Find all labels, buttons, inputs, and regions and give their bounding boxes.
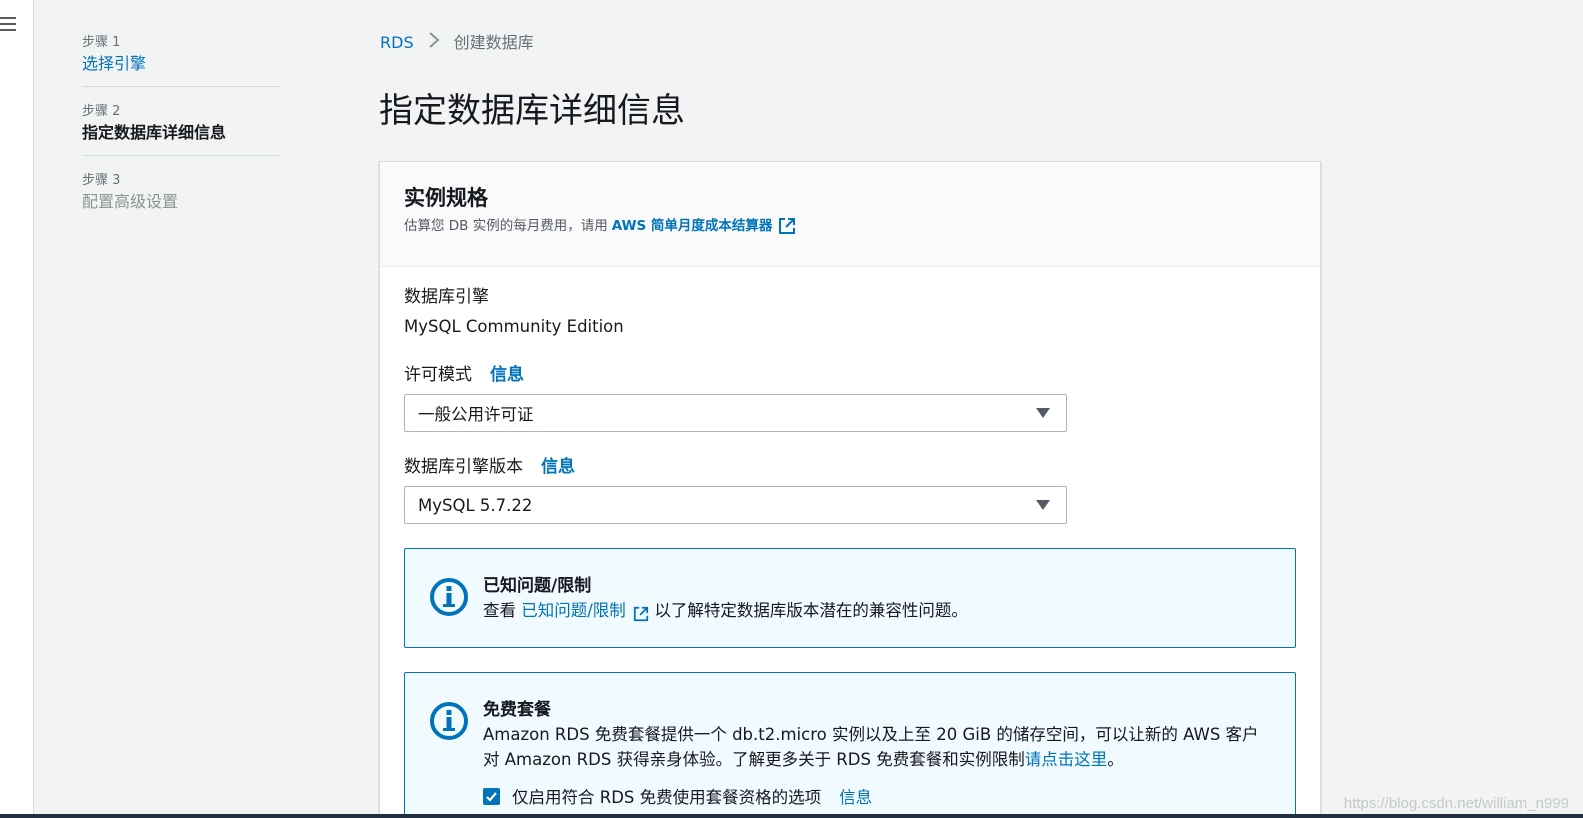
step-1: 步骤 1 选择引擎	[82, 34, 280, 87]
version-label: 数据库引擎版本	[404, 457, 523, 477]
info-icon	[429, 577, 469, 617]
panel-body: 数据库引擎 MySQL Community Edition 许可模式 信息 一般…	[380, 267, 1320, 818]
step-2: 步骤 2 指定数据库详细信息	[82, 103, 280, 156]
panel-title: 实例规格	[404, 186, 488, 210]
version-selected-value: MySQL 5.7.22	[418, 495, 533, 515]
engine-label: 数据库引擎	[404, 287, 489, 307]
info-icon	[429, 701, 469, 741]
version-select[interactable]: MySQL 5.7.22	[404, 486, 1067, 524]
known-issues-alert: 已知问题/限制 查看 已知问题/限制 以了解特定数据库版本潜在的兼容性问题。	[404, 548, 1296, 648]
free-tier-info-link[interactable]: 信息	[839, 784, 872, 808]
page-title: 指定数据库详细信息	[379, 91, 685, 131]
step-number: 步骤 3	[82, 173, 121, 188]
menu-icon[interactable]	[0, 16, 18, 32]
step-number: 步骤 1	[82, 35, 121, 50]
breadcrumb-rds-link[interactable]: RDS	[380, 32, 414, 54]
free-tier-title: 免费套餐	[483, 700, 551, 720]
step-disabled-title: 配置高级设置	[82, 192, 179, 211]
alert-title: 已知问题/限制	[483, 576, 592, 596]
free-tier-checkbox[interactable]	[483, 787, 500, 805]
panel-header: 实例规格 估算您 DB 实例的每月费用，请用 AWS 简单月度成本结算器	[380, 162, 1320, 267]
free-tier-line-1: Amazon RDS 免费套餐提供一个 db.t2.micro 实例以及上至 2…	[483, 725, 1259, 744]
instance-spec-panel: 实例规格 估算您 DB 实例的每月费用，请用 AWS 简单月度成本结算器 数据库…	[379, 161, 1321, 818]
engine-value: MySQL Community Edition	[404, 317, 624, 336]
license-selected-value: 一般公用许可证	[418, 405, 534, 424]
free-tier-alert: 免费套餐 Amazon RDS 免费套餐提供一个 db.t2.micro 实例以…	[404, 672, 1296, 818]
cost-calculator-link[interactable]: AWS 简单月度成本结算器	[612, 216, 773, 236]
license-label-row: 许可模式 信息	[404, 363, 1296, 387]
version-info-link[interactable]: 信息	[541, 455, 575, 479]
bottom-bar	[0, 814, 1583, 818]
panel-desc-text: 估算您 DB 实例的每月费用，请用	[404, 218, 608, 234]
free-tier-line-2: 对 Amazon RDS 获得亲身体验。了解更多关于 RDS 免费套餐和实例限制…	[483, 747, 1259, 772]
alert-content: 已知问题/限制 查看 已知问题/限制 以了解特定数据库版本潜在的兼容性问题。	[483, 549, 968, 647]
external-link-icon[interactable]	[778, 217, 796, 235]
external-link-icon[interactable]	[633, 604, 649, 621]
free-tier-checkbox-label: 仅启用符合 RDS 免费使用套餐资格的选项	[512, 788, 822, 807]
caret-down-icon	[1036, 500, 1050, 510]
breadcrumb: RDS 创建数据库	[380, 31, 534, 55]
alert-text-prefix: 查看	[483, 601, 516, 620]
step-3: 步骤 3 配置高级设置	[82, 172, 280, 224]
alert-text: 查看 已知问题/限制 以了解特定数据库版本潜在的兼容性问题。	[483, 598, 968, 623]
nav-rail	[0, 0, 34, 818]
step-current-title: 指定数据库详细信息	[82, 123, 227, 142]
step-link-select-engine[interactable]: 选择引擎	[82, 52, 280, 76]
step-number: 步骤 2	[82, 104, 121, 119]
license-label: 许可模式	[404, 365, 472, 385]
breadcrumb-current: 创建数据库	[453, 33, 534, 52]
free-tier-line-2-suffix: 。	[1107, 750, 1124, 769]
license-select[interactable]: 一般公用许可证	[404, 394, 1067, 432]
alert-content: 免费套餐 Amazon RDS 免费套餐提供一个 db.t2.micro 实例以…	[483, 673, 1259, 818]
license-info-link[interactable]: 信息	[490, 363, 524, 387]
panel-description: 估算您 DB 实例的每月费用，请用 AWS 简单月度成本结算器	[404, 216, 1296, 236]
watermark: https://blog.csdn.net/william_n999	[1343, 795, 1569, 812]
free-tier-checkbox-row: 仅启用符合 RDS 免费使用套餐资格的选项 信息	[483, 784, 1259, 808]
caret-down-icon	[1036, 408, 1050, 418]
free-tier-line-2-text: 对 Amazon RDS 获得亲身体验。了解更多关于 RDS 免费套餐和实例限制	[483, 750, 1025, 769]
free-tier-click-here-link[interactable]: 请点击这里	[1025, 750, 1108, 769]
alert-text-suffix: 以了解特定数据库版本潜在的兼容性问题。	[654, 601, 968, 620]
breadcrumb-separator	[428, 31, 440, 55]
version-label-row: 数据库引擎版本 信息	[404, 455, 1296, 479]
wizard-steps: 步骤 1 选择引擎 步骤 2 指定数据库详细信息 步骤 3 配置高级设置	[82, 34, 280, 240]
known-issues-link[interactable]: 已知问题/限制	[521, 601, 626, 620]
